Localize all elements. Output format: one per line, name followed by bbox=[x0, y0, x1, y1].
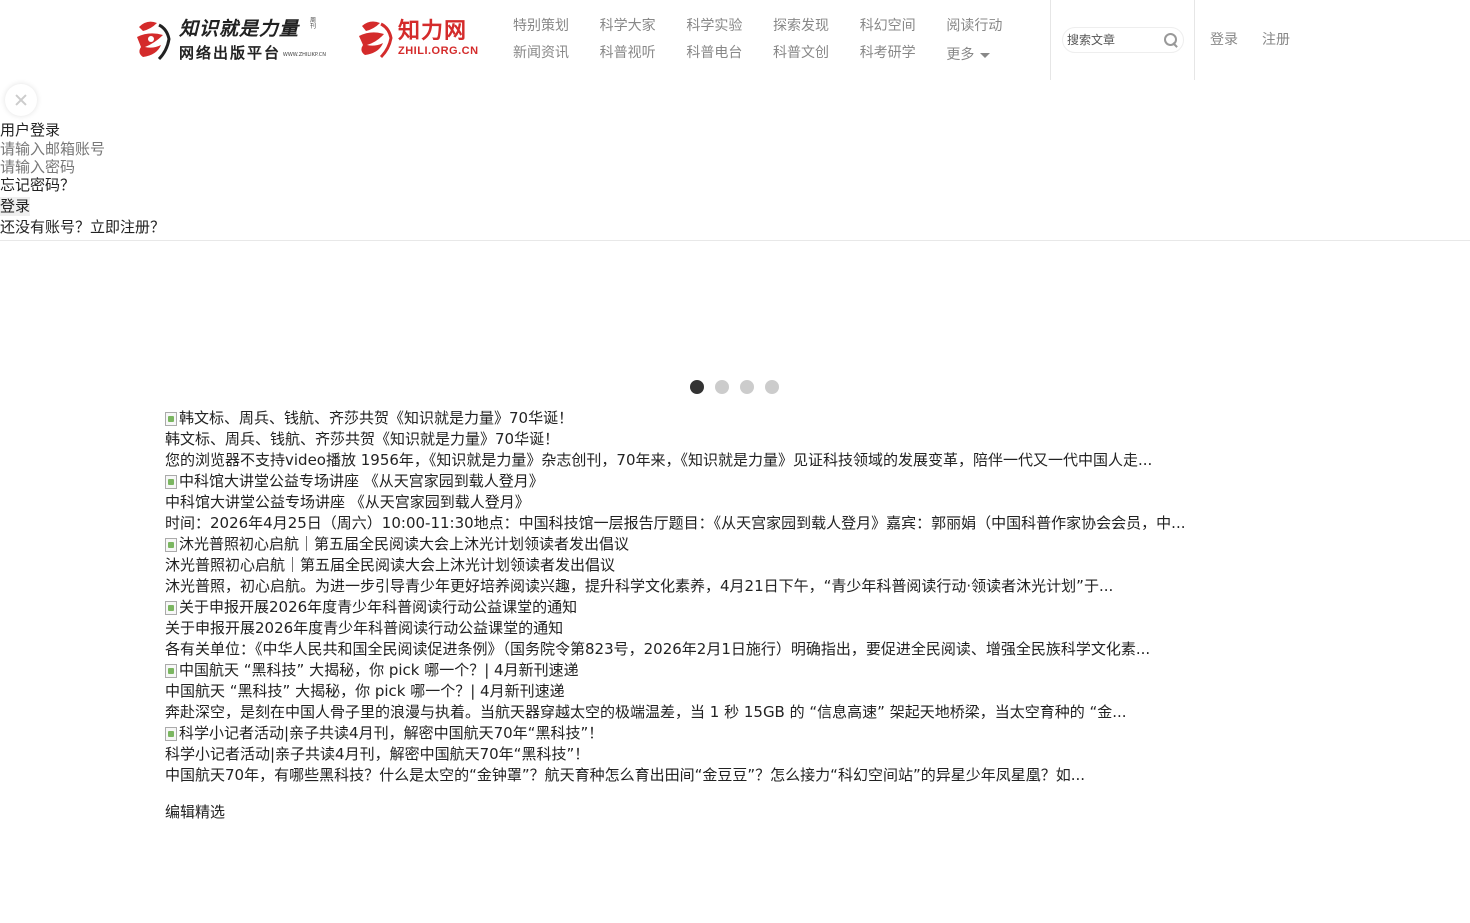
nav-more-label: 更多 bbox=[946, 46, 975, 63]
nav-item-experiments[interactable]: 科学实验 bbox=[686, 14, 773, 41]
article-item: 沐光普照初心启航｜第五届全民阅读大会上沐光计划领读者发出倡议 沐光普照初心启航｜… bbox=[165, 534, 1265, 597]
article-title[interactable]: 中国航天 “黑科技” 大揭秘，你 pick 哪一个？| 4月新刊速递 bbox=[165, 681, 1265, 702]
register-prompt-link[interactable]: 还没有账号？立即注册？ bbox=[0, 218, 1470, 237]
nav-item-video[interactable]: 科普视听 bbox=[600, 41, 687, 68]
article-item: 中国航天 “黑科技” 大揭秘，你 pick 哪一个？| 4月新刊速递 中国航天 … bbox=[165, 660, 1265, 723]
search-icon[interactable] bbox=[1163, 32, 1179, 48]
login-submit-button[interactable]: 登录 bbox=[0, 197, 31, 216]
broken-image-icon bbox=[165, 537, 177, 552]
password-field[interactable] bbox=[0, 158, 300, 176]
nav-item-creative[interactable]: 科普文创 bbox=[773, 41, 860, 68]
forgot-password-link[interactable]: 忘记密码？ bbox=[0, 176, 1470, 195]
logo-zhili-net[interactable]: 知力网 ZHILI.ORG.CN bbox=[356, 18, 486, 60]
main-nav: 特别策划 科学大家 科学实验 探索发现 科幻空间 阅读行动 新闻资讯 科普视听 … bbox=[513, 14, 1033, 68]
logo2-line2: ZHILI.ORG.CN bbox=[398, 45, 479, 57]
article-image[interactable]: 沐光普照初心启航｜第五届全民阅读大会上沐光计划领读者发出倡议 bbox=[165, 534, 1265, 555]
broken-image-icon bbox=[165, 726, 177, 741]
logo1-vertical-text: 周刊 bbox=[310, 17, 317, 30]
article-title[interactable]: 沐光普照初心启航｜第五届全民阅读大会上沐光计划领读者发出倡议 bbox=[165, 555, 1265, 576]
broken-image-icon bbox=[165, 600, 177, 615]
article-image[interactable]: 韩文标、周兵、钱航、齐莎共贺《知识就是力量》70华诞！ bbox=[165, 408, 1265, 429]
article-title[interactable]: 中科馆大讲堂公益专场讲座 《从天宫家园到载人登月》 bbox=[165, 492, 1265, 513]
carousel-pagination bbox=[690, 380, 790, 394]
logo2-line1: 知力网 bbox=[398, 19, 468, 44]
login-link[interactable]: 登录 bbox=[1210, 30, 1238, 50]
article-image-alt: 沐光普照初心启航｜第五届全民阅读大会上沐光计划领读者发出倡议 bbox=[179, 535, 630, 553]
search-box bbox=[1062, 27, 1184, 53]
logo-mark-icon bbox=[356, 18, 396, 60]
logo-mark-icon bbox=[133, 17, 175, 63]
nav-item-more[interactable]: 更多 bbox=[946, 41, 1033, 68]
chevron-down-icon bbox=[980, 53, 991, 58]
article-list: 韩文标、周兵、钱航、齐莎共贺《知识就是力量》70华诞！ 韩文标、周兵、钱航、齐莎… bbox=[165, 408, 1265, 786]
logo1-line1: 知识就是力量 bbox=[179, 17, 300, 40]
article-summary: 沐光普照，初心启航。为进一步引导青少年更好培养阅读兴趣，提升科学文化素养，4月2… bbox=[165, 577, 1114, 595]
nav-item-radio[interactable]: 科普电台 bbox=[686, 41, 773, 68]
article-image-alt: 韩文标、周兵、钱航、齐莎共贺《知识就是力量》70华诞！ bbox=[179, 409, 574, 427]
article-image[interactable]: 科学小记者活动|亲子共读4月刊，解密中国航天70年“黑科技”！ bbox=[165, 723, 1265, 744]
article-summary: 您的浏览器不支持video播放 1956年，《知识就是力量》杂志创刊，70年来，… bbox=[165, 451, 1153, 469]
article-summary: 奔赴深空，是刻在中国人骨子里的浪漫与执着。当航天器穿越太空的极端温差，当 1 秒… bbox=[165, 703, 1127, 721]
article-item: 关于申报开展2026年度青少年科普阅读行动公益课堂的通知 关于申报开展2026年… bbox=[165, 597, 1265, 660]
nav-item-discovery[interactable]: 探索发现 bbox=[773, 14, 860, 41]
logo-zhishi-jiushi-liliang[interactable]: 知识就是力量 网络出版平台 周刊 WWW.ZHILIKP.CN bbox=[133, 14, 328, 66]
nav-item-scientists[interactable]: 科学大家 bbox=[600, 14, 687, 41]
header-divider bbox=[1194, 0, 1195, 80]
nav-row-1: 特别策划 科学大家 科学实验 探索发现 科幻空间 阅读行动 bbox=[513, 14, 1033, 41]
broken-image-icon bbox=[165, 663, 177, 678]
article-summary: 中国航天70年，有哪些黑科技？什么是太空的“金钟罩”？航天育种怎么育出田间“金豆… bbox=[165, 766, 1086, 784]
broken-image-icon bbox=[165, 474, 177, 489]
article-item: 科学小记者活动|亲子共读4月刊，解密中国航天70年“黑科技”！ 科学小记者活动|… bbox=[165, 723, 1265, 786]
article-image-alt: 中国航天 “黑科技” 大揭秘，你 pick 哪一个？| 4月新刊速递 bbox=[179, 661, 579, 679]
nav-item-study-tour[interactable]: 科考研学 bbox=[860, 41, 947, 68]
nav-item-scifi[interactable]: 科幻空间 bbox=[860, 14, 947, 41]
email-field[interactable] bbox=[0, 140, 300, 158]
article-title[interactable]: 科学小记者活动|亲子共读4月刊，解密中国航天70年“黑科技”！ bbox=[165, 744, 1265, 765]
article-image-alt: 科学小记者活动|亲子共读4月刊，解密中国航天70年“黑科技”！ bbox=[179, 724, 604, 742]
nav-item-special[interactable]: 特别策划 bbox=[513, 14, 600, 41]
login-panel: 用户登录 忘记密码？ 登录 还没有账号？立即注册？ bbox=[0, 120, 1470, 237]
article-summary: 各有关单位：《中华人民共和国全民阅读促进条例》（国务院令第823号，2026年2… bbox=[165, 640, 1151, 658]
editor-pick-heading: 编辑精选 bbox=[165, 803, 226, 821]
login-title: 用户登录 bbox=[0, 121, 61, 139]
carousel-dot[interactable] bbox=[765, 380, 779, 394]
nav-item-reading[interactable]: 阅读行动 bbox=[946, 14, 1033, 41]
logo1-url: WWW.ZHILIKP.CN bbox=[282, 51, 326, 58]
article-image-alt: 关于申报开展2026年度青少年科普阅读行动公益课堂的通知 bbox=[179, 598, 578, 616]
close-icon[interactable] bbox=[5, 84, 37, 116]
article-image[interactable]: 中科馆大讲堂公益专场讲座 《从天宫家园到载人登月》 bbox=[165, 471, 1265, 492]
nav-item-news[interactable]: 新闻资讯 bbox=[513, 41, 600, 68]
article-title[interactable]: 韩文标、周兵、钱航、齐莎共贺《知识就是力量》70华诞！ bbox=[165, 429, 1265, 450]
broken-image-icon bbox=[165, 411, 177, 426]
site-header: 知识就是力量 网络出版平台 周刊 WWW.ZHILIKP.CN 知力网 ZHIL… bbox=[0, 0, 1470, 80]
article-item: 韩文标、周兵、钱航、齐莎共贺《知识就是力量》70华诞！ 韩文标、周兵、钱航、齐莎… bbox=[165, 408, 1265, 471]
article-image-alt: 中科馆大讲堂公益专场讲座 《从天宫家园到载人登月》 bbox=[179, 472, 544, 490]
carousel-dot[interactable] bbox=[690, 380, 704, 394]
search-input[interactable] bbox=[1067, 29, 1161, 51]
article-title[interactable]: 关于申报开展2026年度青少年科普阅读行动公益课堂的通知 bbox=[165, 618, 1265, 639]
register-link[interactable]: 注册 bbox=[1262, 30, 1290, 50]
article-image[interactable]: 关于申报开展2026年度青少年科普阅读行动公益课堂的通知 bbox=[165, 597, 1265, 618]
article-image[interactable]: 中国航天 “黑科技” 大揭秘，你 pick 哪一个？| 4月新刊速递 bbox=[165, 660, 1265, 681]
nav-row-2: 新闻资讯 科普视听 科普电台 科普文创 科考研学 更多 bbox=[513, 41, 1033, 68]
logo1-line2: 网络出版平台 bbox=[179, 43, 282, 62]
article-summary: 时间：2026年4月25日（周六）10:00-11:30地点：中国科技馆一层报告… bbox=[165, 514, 1186, 532]
carousel-dot[interactable] bbox=[740, 380, 754, 394]
header-divider bbox=[1050, 0, 1051, 80]
section-divider bbox=[0, 240, 1470, 241]
article-item: 中科馆大讲堂公益专场讲座 《从天宫家园到载人登月》 中科馆大讲堂公益专场讲座 《… bbox=[165, 471, 1265, 534]
carousel-dot[interactable] bbox=[715, 380, 729, 394]
